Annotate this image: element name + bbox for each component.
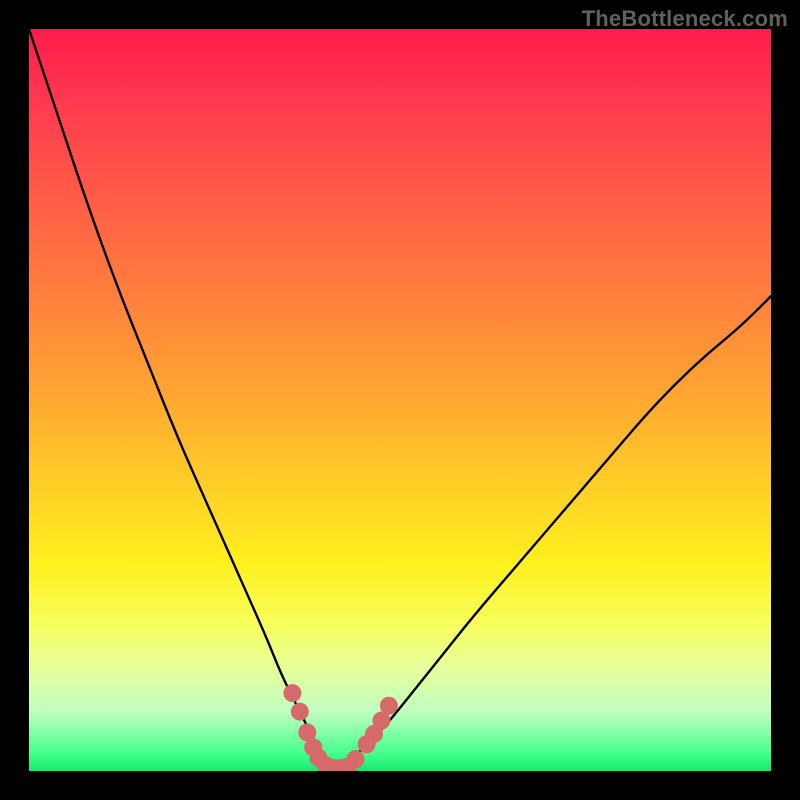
marker-dot xyxy=(283,684,301,702)
curve-left-path xyxy=(29,29,333,771)
chart-overlay xyxy=(29,29,771,771)
gradient-plot-area xyxy=(29,29,771,771)
marker-dot xyxy=(291,703,309,721)
curve-right-path xyxy=(333,296,771,771)
marker-dot xyxy=(380,697,398,715)
stage: TheBottleneck.com xyxy=(0,0,800,800)
marker-dot xyxy=(346,750,364,768)
marker-group xyxy=(283,684,397,771)
